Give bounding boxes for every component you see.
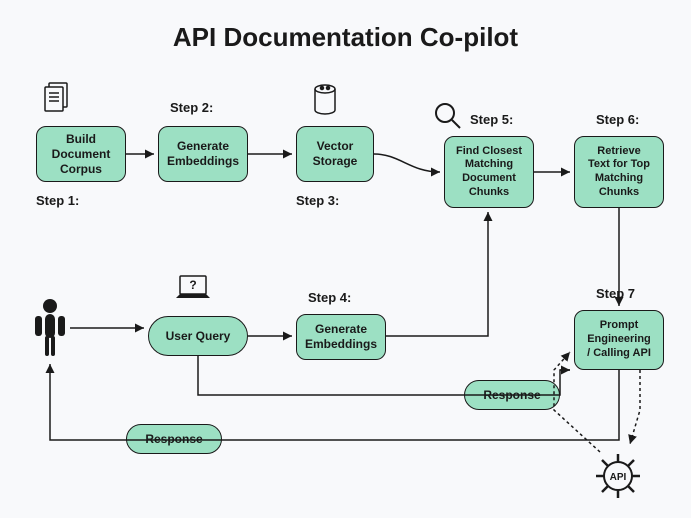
step-2-label: Step 2:	[170, 100, 213, 115]
node-build-corpus: Build Document Corpus	[36, 126, 126, 182]
api-gear-icon: API	[590, 448, 646, 509]
step-4-label: Step 4:	[308, 290, 351, 305]
step-7-label: Step 7	[596, 286, 635, 301]
diagram-title: API Documentation Co-pilot	[0, 22, 691, 53]
node-find-closest-chunks: Find Closest Matching Document Chunks	[444, 136, 534, 208]
laptop-question-icon: ?	[170, 272, 216, 313]
arrows	[0, 0, 691, 518]
database-icon	[310, 82, 340, 125]
step-5-label: Step 5:	[470, 112, 513, 127]
response-pill-2: Response	[464, 380, 560, 410]
person-icon	[30, 296, 70, 365]
step-1-label: Step 1:	[36, 193, 79, 208]
response-pill-1: Response	[126, 424, 222, 454]
node-vector-storage: Vector Storage	[296, 126, 374, 182]
node-retrieve-text: Retrieve Text for Top Matching Chunks	[574, 136, 664, 208]
svg-text:API: API	[610, 472, 627, 483]
step-6-label: Step 6:	[596, 112, 639, 127]
node-generate-embeddings-2: Generate Embeddings	[296, 314, 386, 360]
magnifier-icon	[432, 100, 464, 137]
documents-icon	[38, 78, 76, 121]
svg-text:?: ?	[189, 278, 196, 292]
node-generate-embeddings-1: Generate Embeddings	[158, 126, 248, 182]
node-user-query: User Query	[148, 316, 248, 356]
node-prompt-engineering: Prompt Engineering / Calling API	[574, 310, 664, 370]
step-3-label: Step 3:	[296, 193, 339, 208]
